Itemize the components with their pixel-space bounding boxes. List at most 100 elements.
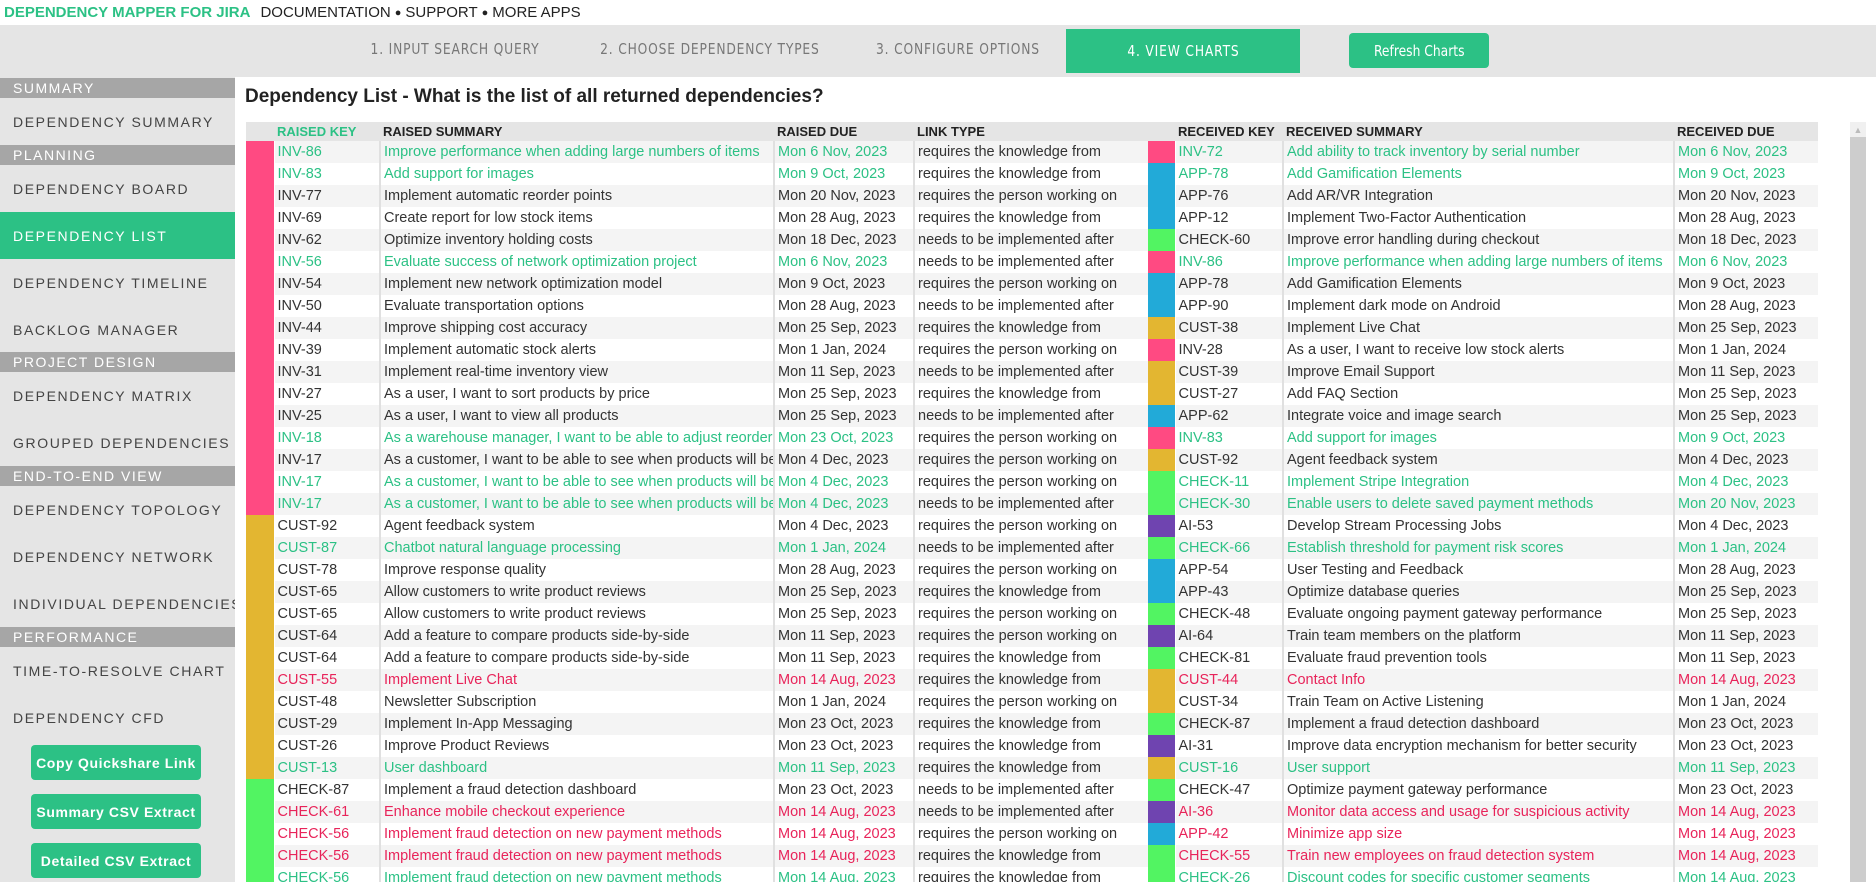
step-input-search-query[interactable]: 1. INPUT SEARCH QUERY: [340, 25, 570, 73]
raised-summary-cell[interactable]: Allow customers to write product reviews: [379, 581, 774, 603]
raised-summary-cell[interactable]: Add a feature to compare products side-b…: [379, 625, 774, 647]
received-key-cell[interactable]: CUST-38: [1175, 317, 1283, 339]
received-key-cell[interactable]: CHECK-81: [1175, 647, 1283, 669]
raised-key-cell[interactable]: INV-27: [274, 383, 380, 405]
header-received-due[interactable]: RECEIVED DUE: [1674, 122, 1818, 141]
table-row[interactable]: INV-17 As a customer, I want to be able t…: [246, 449, 1818, 471]
header-raised-due[interactable]: RAISED DUE: [774, 122, 914, 141]
received-summary-cell[interactable]: Add FAQ Section: [1282, 383, 1674, 405]
received-key-cell[interactable]: APP-78: [1175, 273, 1283, 295]
received-summary-cell[interactable]: Optimize database queries: [1282, 581, 1674, 603]
received-key-cell[interactable]: APP-78: [1175, 163, 1283, 185]
received-key-cell[interactable]: INV-28: [1175, 339, 1283, 361]
raised-key-cell[interactable]: CHECK-56: [274, 867, 380, 882]
raised-key-cell[interactable]: INV-25: [274, 405, 380, 427]
received-key-cell[interactable]: CUST-34: [1175, 691, 1283, 713]
detailed-csv-extract-button[interactable]: Detailed CSV Extract: [31, 843, 201, 878]
received-key-cell[interactable]: AI-36: [1175, 801, 1283, 823]
sidebar-item-dependency-summary[interactable]: DEPENDENCY SUMMARY: [0, 98, 235, 145]
received-key-cell[interactable]: APP-62: [1175, 405, 1283, 427]
table-row[interactable]: INV-27 As a user, I want to sort products…: [246, 383, 1818, 405]
received-key-cell[interactable]: AI-64: [1175, 625, 1283, 647]
scroll-up-arrow-icon[interactable]: ▲: [1850, 122, 1866, 137]
summary-csv-extract-button[interactable]: Summary CSV Extract: [31, 794, 201, 829]
received-key-cell[interactable]: CUST-39: [1175, 361, 1283, 383]
raised-summary-cell[interactable]: Implement fraud detection on new payment…: [379, 867, 774, 882]
raised-summary-cell[interactable]: Improve response quality: [379, 559, 774, 581]
raised-key-cell[interactable]: CUST-78: [274, 559, 380, 581]
raised-key-cell[interactable]: CHECK-61: [274, 801, 380, 823]
received-summary-cell[interactable]: Improve data encryption mechanism for be…: [1282, 735, 1674, 757]
received-summary-cell[interactable]: Implement Stripe Integration: [1282, 471, 1674, 493]
received-key-cell[interactable]: CHECK-87: [1175, 713, 1283, 735]
sidebar-item-grouped-dependencies[interactable]: GROUPED DEPENDENCIES: [0, 419, 235, 466]
sidebar-item-dependency-cfd[interactable]: DEPENDENCY CFD: [0, 694, 235, 741]
table-row[interactable]: CHECK-56 Implement fraud detection on new…: [246, 823, 1818, 845]
raised-key-cell[interactable]: CHECK-56: [274, 823, 380, 845]
received-key-cell[interactable]: CUST-92: [1175, 449, 1283, 471]
table-row[interactable]: CUST-26 Improve Product Reviews Mon 23 Oct…: [246, 735, 1818, 757]
table-row[interactable]: CUST-65 Allow customers to write product …: [246, 581, 1818, 603]
received-key-cell[interactable]: INV-72: [1175, 141, 1283, 163]
raised-summary-cell[interactable]: Implement automatic stock alerts: [379, 339, 774, 361]
more-apps-link[interactable]: MORE APPS: [492, 4, 580, 21]
received-key-cell[interactable]: CHECK-30: [1175, 493, 1283, 515]
refresh-charts-button[interactable]: Refresh Charts: [1349, 33, 1489, 68]
table-row[interactable]: CUST-92 Agent feedback system Mon 4 Dec, 2…: [246, 515, 1818, 537]
table-row[interactable]: INV-39 Implement automatic stock alerts Mo…: [246, 339, 1818, 361]
raised-summary-cell[interactable]: Implement In-App Messaging: [379, 713, 774, 735]
received-summary-cell[interactable]: Add Gamification Elements: [1282, 163, 1674, 185]
raised-summary-cell[interactable]: Allow customers to write product reviews: [379, 603, 774, 625]
received-key-cell[interactable]: CHECK-55: [1175, 845, 1283, 867]
raised-summary-cell[interactable]: Enhance mobile checkout experience: [379, 801, 774, 823]
table-row[interactable]: INV-31 Implement real-time inventory view…: [246, 361, 1818, 383]
received-summary-cell[interactable]: Implement a fraud detection dashboard: [1282, 713, 1674, 735]
received-key-cell[interactable]: AI-31: [1175, 735, 1283, 757]
table-row[interactable]: INV-69 Create report for low stock items M…: [246, 207, 1818, 229]
raised-summary-cell[interactable]: Implement Live Chat: [379, 669, 774, 691]
received-summary-cell[interactable]: User Testing and Feedback: [1282, 559, 1674, 581]
raised-summary-cell[interactable]: Add support for images: [379, 163, 774, 185]
received-key-cell[interactable]: APP-76: [1175, 185, 1283, 207]
received-summary-cell[interactable]: Improve error handling during checkout: [1282, 229, 1674, 251]
table-scrollbar[interactable]: ▲: [1850, 122, 1866, 882]
raised-summary-cell[interactable]: Implement real-time inventory view: [379, 361, 774, 383]
received-summary-cell[interactable]: Optimize payment gateway performance: [1282, 779, 1674, 801]
raised-key-cell[interactable]: CUST-92: [274, 515, 380, 537]
raised-key-cell[interactable]: CHECK-87: [274, 779, 380, 801]
received-summary-cell[interactable]: Improve performance when adding large nu…: [1282, 251, 1674, 273]
sidebar-item-dependency-list[interactable]: DEPENDENCY LIST: [0, 212, 235, 259]
header-received-summary[interactable]: RECEIVED SUMMARY: [1283, 122, 1674, 141]
table-row[interactable]: INV-44 Improve shipping cost accuracy Mon …: [246, 317, 1818, 339]
raised-summary-cell[interactable]: Evaluate success of network optimization…: [379, 251, 774, 273]
received-summary-cell[interactable]: Contact Info: [1282, 669, 1674, 691]
received-summary-cell[interactable]: Minimize app size: [1282, 823, 1674, 845]
table-row[interactable]: CHECK-61 Enhance mobile checkout experien…: [246, 801, 1818, 823]
received-summary-cell[interactable]: Add ability to track inventory by serial…: [1282, 141, 1674, 163]
table-row[interactable]: INV-17 As a customer, I want to be able t…: [246, 471, 1818, 493]
sidebar-item-backlog-manager[interactable]: BACKLOG MANAGER: [0, 306, 235, 353]
received-key-cell[interactable]: CHECK-60: [1175, 229, 1283, 251]
raised-key-cell[interactable]: CUST-26: [274, 735, 380, 757]
received-key-cell[interactable]: CHECK-66: [1175, 537, 1283, 559]
received-summary-cell[interactable]: User support: [1282, 757, 1674, 779]
table-row[interactable]: INV-18 As a warehouse manager, I want to …: [246, 427, 1818, 449]
received-key-cell[interactable]: INV-86: [1175, 251, 1283, 273]
raised-summary-cell[interactable]: Evaluate transportation options: [379, 295, 774, 317]
sidebar-item-dependency-board[interactable]: DEPENDENCY BOARD: [0, 165, 235, 212]
received-summary-cell[interactable]: Agent feedback system: [1282, 449, 1674, 471]
table-row[interactable]: CUST-55 Implement Live Chat Mon 14 Aug, 20…: [246, 669, 1818, 691]
raised-key-cell[interactable]: CUST-64: [274, 647, 380, 669]
received-key-cell[interactable]: AI-53: [1175, 515, 1283, 537]
table-row[interactable]: CHECK-87 Implement a fraud detection dash…: [246, 779, 1818, 801]
received-summary-cell[interactable]: Evaluate ongoing payment gateway perform…: [1282, 603, 1674, 625]
raised-summary-cell[interactable]: Add a feature to compare products side-b…: [379, 647, 774, 669]
received-summary-cell[interactable]: Evaluate fraud prevention tools: [1282, 647, 1674, 669]
received-key-cell[interactable]: CHECK-48: [1175, 603, 1283, 625]
received-key-cell[interactable]: CHECK-11: [1175, 471, 1283, 493]
table-row[interactable]: CHECK-56 Implement fraud detection on new…: [246, 845, 1818, 867]
raised-key-cell[interactable]: INV-77: [274, 185, 380, 207]
raised-key-cell[interactable]: INV-17: [274, 449, 380, 471]
received-summary-cell[interactable]: Train Team on Active Listening: [1282, 691, 1674, 713]
raised-summary-cell[interactable]: Implement a fraud detection dashboard: [379, 779, 774, 801]
